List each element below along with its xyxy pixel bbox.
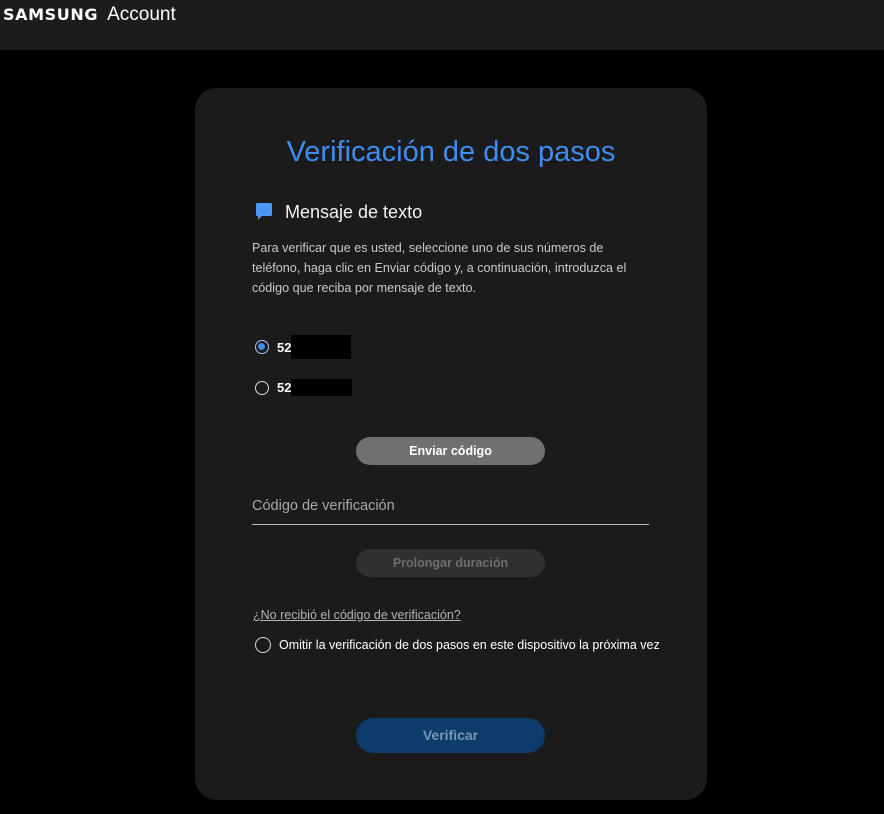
- phone-option-1[interactable]: 52: [255, 335, 352, 359]
- instructions-text: Para verificar que es usted, seleccione …: [252, 241, 627, 295]
- method-header: Mensaje de texto: [253, 201, 422, 223]
- method-label: Mensaje de texto: [285, 201, 423, 222]
- top-bar: SAMSUNG Account: [0, 0, 884, 50]
- extend-duration-button[interactable]: Prolongar duración: [356, 549, 545, 577]
- phone-number-2: 52: [277, 379, 353, 396]
- send-code-button[interactable]: Enviar código: [356, 437, 545, 465]
- phone-option-2[interactable]: 52: [255, 379, 353, 396]
- chat-bubble-icon: [256, 203, 272, 220]
- brand-logo[interactable]: SAMSUNG Account: [3, 4, 176, 26]
- verification-code-field[interactable]: [252, 493, 649, 525]
- phone-radio-2[interactable]: [255, 380, 269, 395]
- skip-radio[interactable]: [255, 637, 271, 653]
- redacted-block: [291, 379, 353, 396]
- phone-radio-1[interactable]: [255, 340, 269, 354]
- redacted-block: [291, 335, 352, 359]
- samsung-wordmark: SAMSUNG: [3, 5, 99, 24]
- verify-button[interactable]: Verificar: [356, 718, 545, 753]
- skip-two-step-option[interactable]: Omitir la verificación de dos pasos en e…: [255, 637, 660, 653]
- phone-number-1: 52: [277, 335, 352, 359]
- no-code-help-link[interactable]: ¿No recibió el código de verificación?: [253, 608, 461, 622]
- verification-card: Verificación de dos pasos Mensaje de tex…: [195, 88, 707, 800]
- page-title: Verificación de dos pasos: [286, 136, 616, 168]
- phone-prefix-2: 52: [277, 380, 292, 395]
- account-label: Account: [107, 4, 176, 25]
- phone-prefix-1: 52: [277, 339, 292, 355]
- skip-label: Omitir la verificación de dos pasos en e…: [279, 638, 660, 652]
- verification-code-input[interactable]: [252, 493, 649, 519]
